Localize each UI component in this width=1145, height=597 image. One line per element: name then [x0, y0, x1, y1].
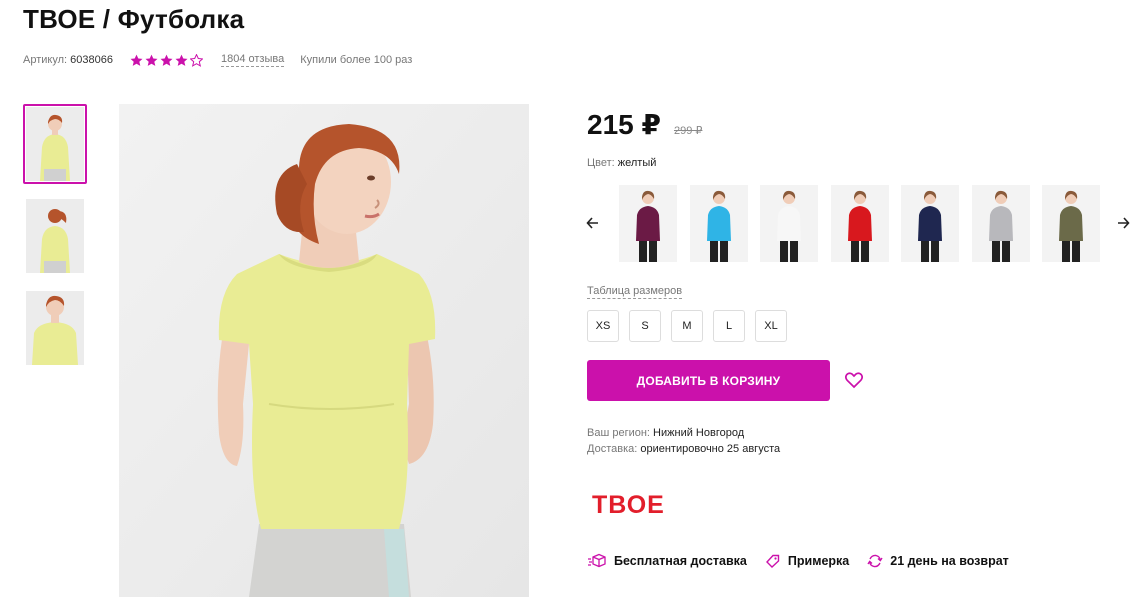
arrow-left-icon[interactable] — [585, 215, 601, 231]
size-option-l[interactable]: L — [713, 310, 745, 342]
brand-logo-text: ТВОЕ — [592, 491, 665, 518]
thumbnail-3[interactable] — [23, 288, 87, 368]
color-swatch-red[interactable] — [830, 185, 889, 262]
swatch-image — [619, 185, 677, 262]
star-empty-icon — [189, 53, 203, 67]
thumbnail-list — [23, 104, 87, 380]
old-price: 299 ₽ — [673, 125, 703, 137]
article-number: 6038066 — [70, 54, 113, 66]
arrow-right-icon[interactable] — [1115, 215, 1131, 231]
perk-label: Примерка — [787, 554, 850, 568]
size-option-s[interactable]: S — [629, 310, 661, 342]
size-options: XS S M L XL — [587, 310, 787, 342]
product-meta: Артикул: 6038066 1804 отзыва Купили боле… — [23, 52, 412, 68]
rating-stars — [130, 53, 203, 67]
delivery-line: Доставка: ориентировочно 25 августа — [587, 443, 781, 455]
color-swatches — [585, 185, 1140, 263]
color-value: желтый — [617, 157, 657, 169]
delivery-info: Ваш регион: Нижний Новгород Доставка: ор… — [587, 425, 780, 457]
swatch-image — [901, 185, 959, 262]
main-product-photo[interactable] — [119, 104, 529, 597]
color-swatch-gray[interactable] — [971, 185, 1030, 262]
product-title: ТВОЕ / Футболка — [23, 4, 245, 34]
region-line: Ваш регион: Нижний Новгород — [587, 427, 745, 439]
swatch-image — [1042, 185, 1100, 262]
thumbnail-image — [26, 199, 84, 273]
perk-label: Бесплатная доставка — [614, 554, 747, 568]
reviews-link[interactable]: 1804 отзыва — [220, 53, 285, 67]
size-option-xl[interactable]: XL — [755, 310, 787, 342]
thumbnail-image — [26, 291, 84, 365]
thumbnail-1[interactable] — [23, 104, 87, 184]
swatch-image — [689, 185, 748, 262]
star-filled-icon — [175, 54, 188, 66]
region-value: Нижний Новгород — [653, 427, 745, 439]
tag-icon — [765, 554, 780, 568]
delivery-value: ориентировочно 25 августа — [640, 443, 781, 455]
swatch-image — [971, 185, 1030, 262]
thumbnail-2[interactable] — [23, 196, 87, 276]
return-icon — [867, 554, 883, 568]
color-swatch-blue[interactable] — [689, 185, 748, 262]
heart-icon[interactable] — [844, 370, 864, 390]
perk-return: 21 день на возврат — [867, 553, 1009, 569]
thumbnail-image — [26, 107, 84, 181]
perk-fitting: Примерка — [765, 553, 849, 569]
size-table-link[interactable]: Таблица размеров — [587, 285, 683, 299]
color-swatch-purple[interactable] — [619, 185, 677, 262]
perks: Бесплатная доставка Примерка 21 день на … — [587, 553, 1027, 569]
swatch-image — [760, 185, 818, 262]
article: Артикул: 6038066 — [23, 54, 113, 66]
star-filled-icon — [160, 54, 173, 66]
current-price: 215 ₽ — [587, 109, 661, 140]
perk-label: 21 день на возврат — [890, 554, 1009, 568]
swatch-image — [830, 185, 889, 262]
add-to-cart-button[interactable]: ДОБАВИТЬ В КОРЗИНУ — [587, 360, 830, 401]
box-icon — [588, 553, 606, 568]
color-swatch-khaki[interactable] — [1042, 185, 1100, 262]
color-swatch-white[interactable] — [760, 185, 818, 262]
star-filled-icon — [145, 54, 158, 66]
size-option-xs[interactable]: XS — [587, 310, 619, 342]
price-block: 215 ₽ 299 ₽ — [587, 108, 702, 141]
perk-free-delivery: Бесплатная доставка — [587, 553, 747, 569]
star-filled-icon — [130, 54, 143, 66]
brand-logo[interactable]: ТВОЕ — [592, 490, 676, 518]
bought-count: Купили более 100 раз — [300, 54, 413, 66]
color-swatch-navy[interactable] — [901, 185, 959, 262]
color-label: Цвет: желтый — [587, 157, 657, 169]
size-option-m[interactable]: M — [671, 310, 703, 342]
